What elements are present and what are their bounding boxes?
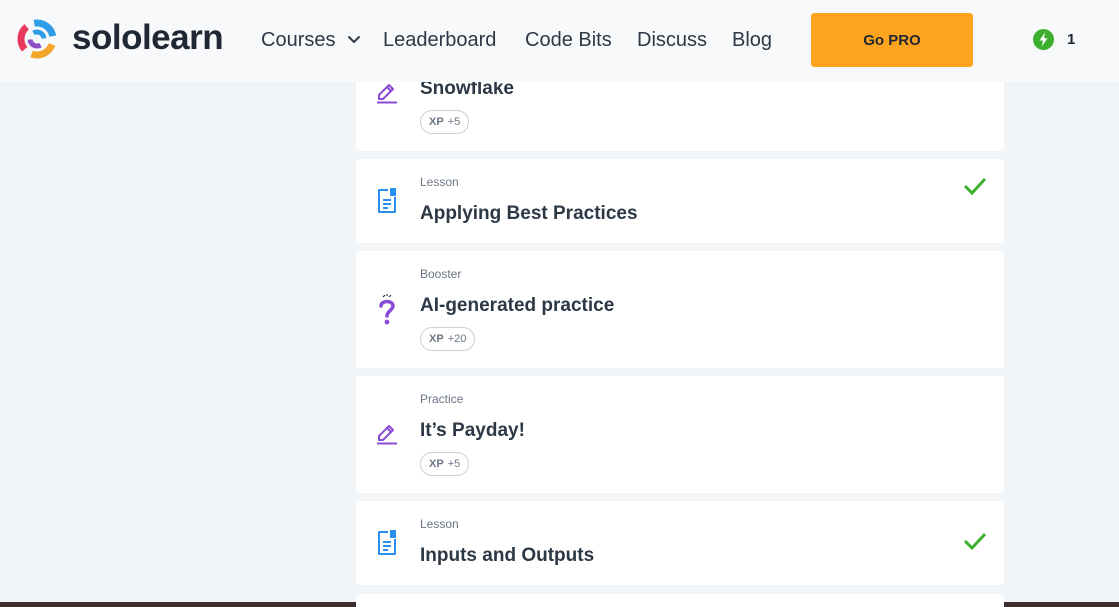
card-title: AI-generated practice <box>420 295 615 316</box>
question-mark-icon <box>379 294 395 325</box>
nav-blog[interactable]: Blog <box>732 27 772 53</box>
card-type: Lesson <box>420 517 459 531</box>
card-title: Inputs and Outputs <box>420 545 595 566</box>
check-icon <box>963 177 987 195</box>
card-type: Booster <box>420 267 462 281</box>
lesson-document-icon <box>378 530 396 555</box>
lesson-card[interactable]: Lesson Applying Best Practices <box>356 159 1004 243</box>
xp-label: XP <box>429 333 444 345</box>
xp-badge: XP +5 <box>420 110 470 134</box>
xp-badge: XP +20 <box>420 327 476 351</box>
xp-value: +20 <box>447 333 467 345</box>
lesson-card[interactable] <box>356 594 1004 607</box>
nav-leaderboard[interactable]: Leaderboard <box>383 27 496 53</box>
streak-count: 1 <box>1067 31 1076 48</box>
chevron-down-icon <box>347 35 361 44</box>
brand-name[interactable]: sololearn <box>72 17 224 59</box>
go-pro-button[interactable]: Go PRO <box>811 13 973 67</box>
lesson-card[interactable]: Practice It’s Payday! XP +5 <box>356 376 1004 493</box>
nav-code-bits[interactable]: Code Bits <box>525 27 612 53</box>
xp-label: XP <box>429 116 444 128</box>
lesson-card[interactable]: Lesson Inputs and Outputs <box>356 501 1004 585</box>
xp-label: XP <box>429 458 444 470</box>
top-navigation-bar: sololearn Courses Leaderboard Code Bits … <box>0 0 1119 82</box>
card-title: Applying Best Practices <box>420 203 638 224</box>
xp-badge: XP +5 <box>420 452 470 476</box>
lesson-document-icon <box>378 188 396 213</box>
xp-value: +5 <box>447 116 461 128</box>
nav-courses[interactable]: Courses <box>261 27 361 53</box>
lightning-bolt-icon <box>1033 29 1054 50</box>
pencil-icon <box>377 84 397 104</box>
nav-discuss[interactable]: Discuss <box>637 27 707 53</box>
pencil-icon <box>377 425 397 445</box>
card-type: Lesson <box>420 175 459 189</box>
sololearn-logo-icon[interactable] <box>14 16 60 62</box>
card-title: It’s Payday! <box>420 420 525 441</box>
check-icon <box>963 532 987 550</box>
lesson-card[interactable]: Booster AI-generated practice XP +20 <box>356 251 1004 368</box>
nav-courses-label: Courses <box>261 29 336 51</box>
streak-counter[interactable]: 1 <box>1033 29 1075 50</box>
xp-value: +5 <box>447 458 461 470</box>
card-type: Practice <box>420 392 464 406</box>
